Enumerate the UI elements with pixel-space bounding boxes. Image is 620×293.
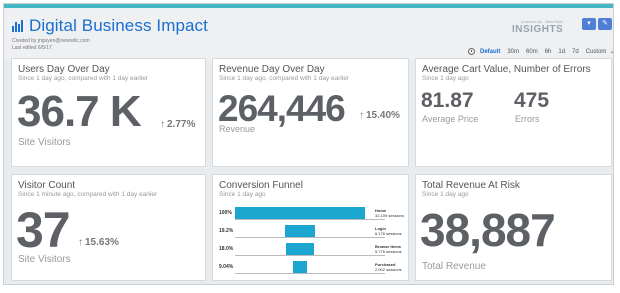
funnel-step-label: Login 6,176 sessions: [375, 226, 402, 236]
funnel-step-bar[interactable]: [292, 261, 308, 273]
time-option-7d[interactable]: 7d: [572, 49, 579, 55]
widget-subtitle: Since 1 minute ago, compared with 1 day …: [18, 191, 158, 198]
dropdown-button[interactable]: ▾: [582, 18, 596, 30]
widget-subtitle: Since 1 day ago: [219, 191, 266, 198]
visitor-count-delta: ↑ 15.63%: [78, 237, 119, 248]
widget-title: Conversion Funnel: [219, 180, 303, 191]
chevron-down-icon[interactable]: ⌄: [609, 48, 614, 55]
widget-subtitle: Since 1 day ago: [422, 75, 469, 82]
users-value: 36.7 K: [17, 87, 142, 136]
widget-revenue-day-over-day[interactable]: Revenue Day Over Day Since 1 day ago, co…: [212, 58, 409, 167]
widget-title: Average Cart Value, Number of Errors: [422, 64, 591, 75]
funnel-step-percent: 100%: [219, 210, 232, 216]
funnel-step-bar[interactable]: [285, 225, 315, 237]
widget-subtitle: Since 1 day ago: [422, 191, 469, 198]
widget-title: Users Day Over Day: [18, 64, 110, 75]
users-label: Site Visitors: [18, 137, 71, 148]
title-row: Digital Business Impact: [12, 16, 208, 36]
users-delta: ↑ 2.77%: [160, 119, 196, 130]
widget-subtitle: Since 1 day ago, compared with 1 day ear…: [18, 75, 149, 82]
revenue-label: Revenue: [219, 124, 256, 134]
funnel-step-baseline: [235, 237, 385, 238]
edit-button[interactable]: ✎: [598, 18, 612, 30]
funnel-step-baseline: [235, 219, 385, 220]
funnel-step-percent: 9.04%: [219, 264, 234, 270]
time-picker: Default 30m 60m 6h 1d 7d Custom ⌄: [468, 48, 614, 55]
funnel-step-label: Browse Items 5,776 sessions: [375, 244, 402, 254]
arrow-up-icon: ↑: [160, 119, 165, 130]
widget-subtitle: Since 1 day ago, compared with 1 day ear…: [219, 75, 350, 82]
arrow-up-icon: ↑: [359, 110, 364, 121]
widget-title: Visitor Count: [18, 180, 76, 191]
visitor-count-value: 37: [16, 202, 71, 258]
funnel-step-label: Purchased 2,902 sessions: [375, 262, 402, 272]
time-option-60m[interactable]: 60m: [526, 49, 538, 55]
funnel-step-label: Home 32,109 sessions: [375, 208, 404, 218]
dashboard-header: Digital Business Impact Created by jnguy…: [4, 8, 614, 60]
time-option-30m[interactable]: 30m: [507, 49, 519, 55]
average-price-label: Average Price: [422, 114, 479, 124]
errors-label: Errors: [515, 114, 540, 124]
time-option-default[interactable]: Default: [480, 49, 500, 55]
widget-average-cart-errors[interactable]: Average Cart Value, Number of Errors Sin…: [415, 58, 612, 167]
average-price-value: 81.87: [421, 89, 474, 112]
funnel-step-baseline: [235, 273, 385, 274]
widget-visitor-count[interactable]: Visitor Count Since 1 minute ago, compar…: [11, 174, 206, 281]
errors-value: 475: [514, 89, 550, 112]
widget-conversion-funnel[interactable]: Conversion Funnel Since 1 day ago 100% Ho…: [212, 174, 409, 281]
brand-insights: INSIGHTS: [512, 24, 564, 35]
last-edited: Last edited 6/5/17: [12, 45, 52, 51]
funnel-step-bar[interactable]: [235, 207, 365, 219]
dashboard: Digital Business Impact Created by jnguy…: [3, 3, 614, 285]
revenue-at-risk-label: Total Revenue: [422, 261, 486, 272]
time-option-custom[interactable]: Custom: [586, 49, 607, 55]
funnel-step-percent: 19.2%: [219, 228, 234, 234]
revenue-delta: ↑ 15.40%: [359, 110, 400, 121]
time-option-6h[interactable]: 6h: [545, 49, 552, 55]
revenue-at-risk-value: 38,887: [420, 204, 556, 256]
page-title[interactable]: Digital Business Impact: [29, 16, 208, 36]
arrow-up-icon: ↑: [78, 237, 83, 248]
time-option-1d[interactable]: 1d: [558, 49, 565, 55]
widget-total-revenue-at-risk[interactable]: Total Revenue At Risk Since 1 day ago 38…: [415, 174, 612, 281]
widget-title: Revenue Day Over Day: [219, 64, 325, 75]
widget-users-day-over-day[interactable]: Users Day Over Day Since 1 day ago, comp…: [11, 58, 206, 167]
visitor-count-label: Site Visitors: [18, 254, 71, 265]
widget-title: Total Revenue At Risk: [422, 180, 520, 191]
new-relic-logo: powered by New Relic INSIGHTS: [512, 19, 563, 35]
bar-chart-icon: [12, 20, 23, 32]
funnel-step-bar[interactable]: [285, 243, 315, 255]
clock-icon: [468, 48, 475, 55]
created-by: Created by jnguyen@newrelic.com: [12, 38, 90, 44]
funnel-step-percent: 18.0%: [219, 246, 234, 252]
funnel-step-baseline: [235, 255, 385, 256]
